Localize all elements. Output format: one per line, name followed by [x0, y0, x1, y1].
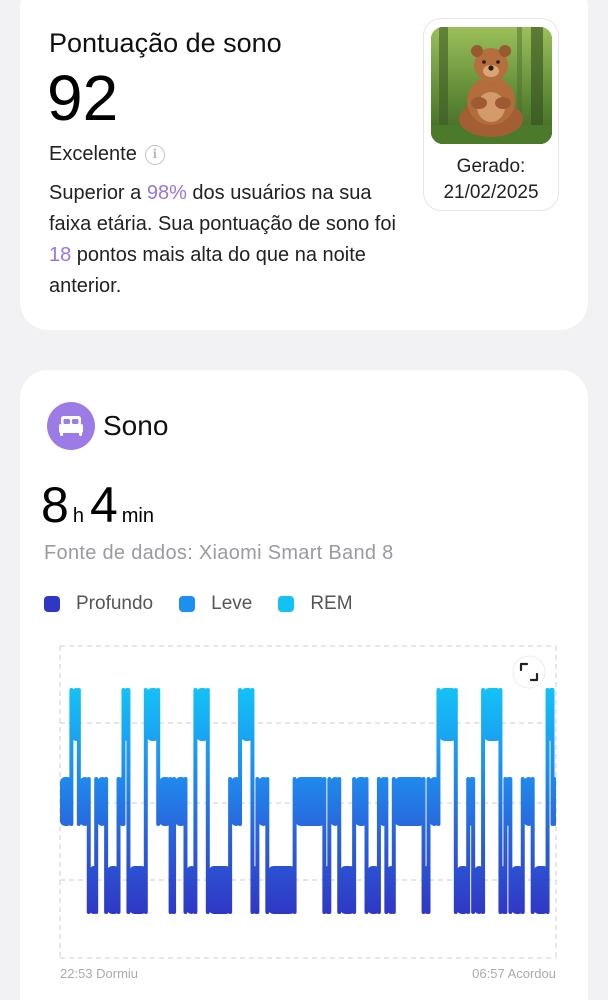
wake-time: 06:57 Acordou — [472, 966, 556, 981]
desc-text-3: pontos mais alta do que na noite anterio… — [49, 244, 366, 297]
sleep-title: Sono — [103, 410, 169, 441]
stage-segment-profundo — [208, 866, 232, 914]
stage-segment-profundo — [268, 866, 296, 914]
sleep-start-time: 22:53 Dormiu — [60, 966, 139, 981]
legend-item-leve: Leve — [179, 593, 252, 615]
sleep-card: Sono 8 h 4 min Fonte de dados: Xiaomi Sm… — [20, 370, 588, 1000]
sleep-duration: 8 h 4 min — [41, 480, 160, 530]
generated-label: Gerado: — [456, 156, 526, 177]
duration-hours-unit: h — [72, 505, 84, 527]
score-value: 92 — [47, 62, 119, 134]
legend-label-leve: Leve — [211, 593, 253, 614]
stage-segment-leve — [553, 777, 556, 826]
score-title: Pontuação de sono — [49, 28, 282, 58]
info-icon[interactable]: i — [144, 144, 165, 165]
duration-hours: 8 — [41, 477, 69, 533]
sleep-stage-chart[interactable] — [20, 620, 588, 965]
sleep-score-card: Pontuação de sono 92 Excelente i Superio… — [20, 0, 588, 330]
legend-item-profundo: Profundo — [44, 593, 153, 615]
sleep-header: Sono — [47, 402, 168, 450]
legend-swatch-leve — [179, 596, 196, 612]
score-grade: Excelente i — [49, 143, 165, 166]
legend-swatch-profundo — [44, 596, 60, 612]
chart-legend: Profundo Leve REM — [44, 593, 379, 615]
score-grade-label: Excelente — [49, 143, 137, 165]
stage-segment-leve — [295, 777, 326, 826]
legend-item-rem: REM — [278, 593, 353, 615]
bear-illustration — [431, 27, 552, 144]
legend-label-rem: REM — [310, 593, 353, 614]
generated-badge[interactable]: Gerado: 21/02/2025 — [423, 18, 559, 211]
stage-segment-leve — [394, 777, 425, 826]
desc-text-1: Superior a — [49, 182, 147, 204]
score-description: Superior a 98% dos usuários na sua faixa… — [49, 178, 399, 302]
bed-icon — [47, 402, 95, 450]
legend-swatch-rem — [278, 596, 295, 612]
generated-date: 21/02/2025 — [443, 182, 539, 203]
expand-button[interactable] — [512, 655, 546, 689]
percent-highlight: 98% — [146, 182, 187, 204]
legend-label-profundo: Profundo — [76, 593, 154, 614]
duration-minutes-unit: min — [121, 505, 154, 527]
points-highlight: 18 — [49, 244, 72, 266]
data-source: Fonte de dados: Xiaomi Smart Band 8 — [44, 542, 394, 564]
duration-minutes: 4 — [89, 477, 118, 533]
